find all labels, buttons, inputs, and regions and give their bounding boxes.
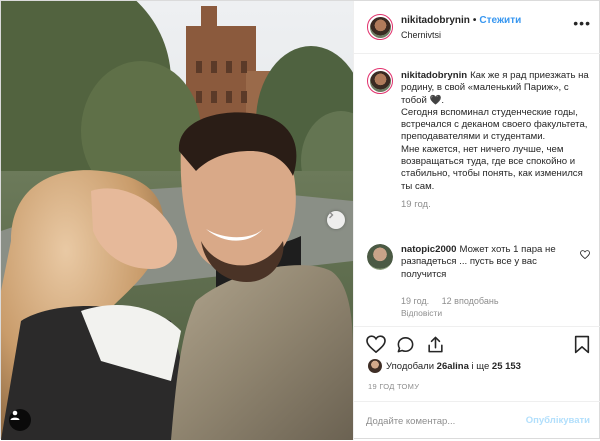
like-button[interactable] — [366, 335, 386, 356]
comment-button[interactable] — [396, 335, 415, 357]
post-location[interactable]: Chernivtsi — [401, 30, 441, 40]
post-header: nikitadobrynin • Стежити Chernivtsi ••• — [354, 1, 600, 54]
instagram-post: nikitadobrynin • Стежити Chernivtsi ••• ni… — [0, 0, 600, 440]
comment-username[interactable]: natopic2000 — [401, 244, 456, 255]
likes-count[interactable]: 25 153 — [492, 361, 521, 372]
tagged-users-button[interactable] — [9, 409, 31, 431]
caption-author-avatar[interactable] — [367, 68, 393, 94]
user-icon — [10, 410, 20, 420]
post-timestamp[interactable]: 19 ГОД ТОМУ — [368, 382, 419, 391]
commenter-avatar[interactable] — [367, 244, 393, 270]
comments-list[interactable]: nikitadobrynin Как же я рад приезжать на … — [354, 54, 600, 326]
comment-meta: 19 год. 12 вподобань — [401, 296, 509, 306]
heart-outline-icon — [580, 250, 590, 260]
author-username[interactable]: nikitadobrynin — [401, 15, 470, 26]
save-button[interactable] — [574, 335, 590, 357]
caption-line-3: Мне кажется, нет ничего лучше, чем возвр… — [401, 143, 583, 192]
post-side-panel: nikitadobrynin • Стежити Chernivtsi ••• ni… — [353, 1, 600, 440]
likes-middle: і ще — [471, 360, 490, 372]
comment-likes[interactable]: 12 вподобань — [442, 296, 499, 306]
comment: natopic2000 Может хоть 1 пара не разпадет… — [401, 244, 571, 281]
likes-prefix: Уподобали — [386, 360, 435, 372]
next-photo-button[interactable] — [327, 211, 345, 229]
more-options-icon[interactable]: ••• — [573, 15, 591, 31]
author-line: nikitadobrynin • Стежити — [401, 15, 521, 26]
follow-button[interactable]: Стежити — [479, 15, 521, 26]
share-button[interactable] — [426, 335, 445, 357]
publish-button[interactable]: Опублікувати — [526, 415, 590, 426]
reply-button[interactable]: Відповісти — [401, 308, 442, 318]
separator-dot: • — [472, 15, 477, 26]
caption-line-2: Сегодня вспоминал студенческие годы, вст… — [401, 106, 588, 143]
caption: nikitadobrynin Как же я рад приезжать на … — [401, 70, 591, 211]
caption-time[interactable]: 19 год. — [401, 199, 431, 210]
liker-username[interactable]: 26alina — [437, 361, 469, 372]
comment-icon — [397, 336, 414, 353]
post-photo-illustration — [1, 1, 353, 440]
post-actions — [354, 326, 600, 363]
author-avatar[interactable] — [367, 14, 393, 40]
share-icon — [428, 336, 443, 353]
comment-input[interactable] — [366, 414, 516, 428]
comment-time[interactable]: 19 год. — [401, 296, 429, 306]
caption-username[interactable]: nikitadobrynin — [401, 70, 467, 81]
liker-avatar[interactable] — [368, 359, 382, 373]
bookmark-icon — [574, 335, 590, 354]
chevron-right-icon — [329, 211, 334, 219]
post-photo[interactable] — [1, 1, 353, 440]
likes-summary: Уподобали 26alina і ще 25 153 — [368, 359, 521, 373]
comment-like-button[interactable] — [580, 250, 590, 262]
add-comment-bar: Опублікувати — [354, 401, 600, 441]
heart-outline-icon — [366, 335, 386, 354]
